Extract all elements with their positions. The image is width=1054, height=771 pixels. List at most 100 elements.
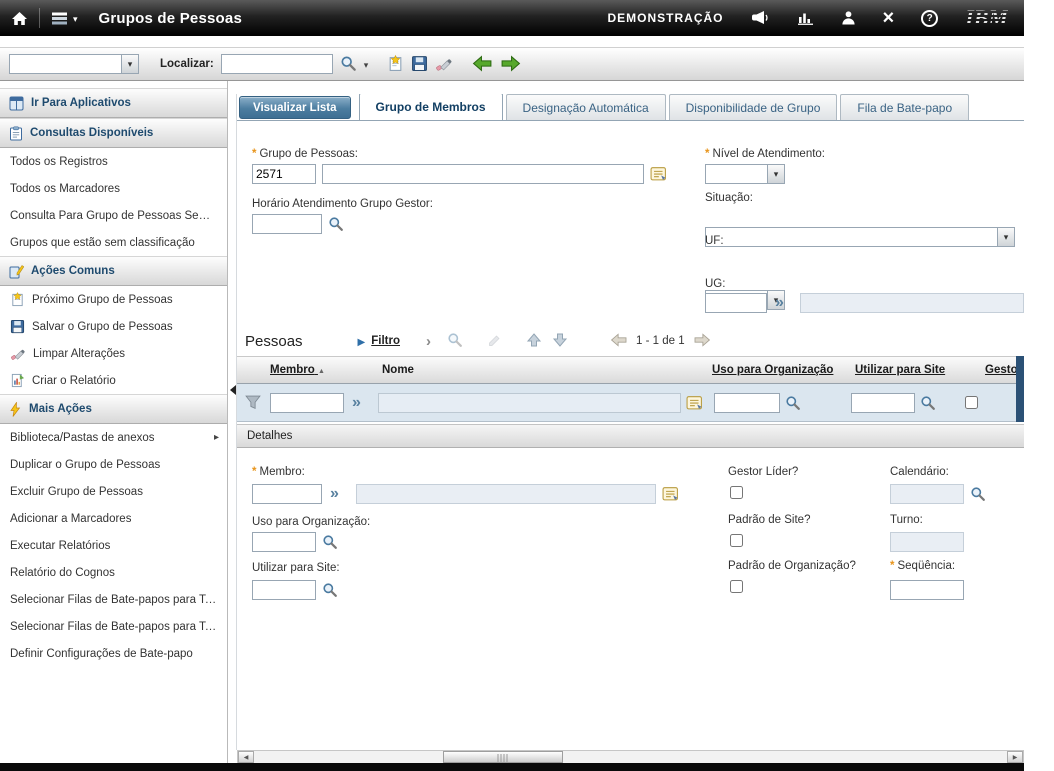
ug-input[interactable] [705, 293, 767, 313]
edit-mode-button[interactable] [487, 333, 502, 350]
move-up-button[interactable] [526, 332, 542, 350]
column-header-membro[interactable]: Membro [270, 364, 325, 377]
sidebar-item-action-report[interactable]: Criar o Relatório [0, 367, 227, 394]
chevron-down-icon [73, 12, 78, 24]
tab-designacao-automatica[interactable]: Designação Automática [506, 94, 666, 120]
sidebar-item-more-action[interactable]: Executar Relatórios [0, 532, 227, 559]
move-down-button[interactable] [552, 332, 568, 350]
quick-insert-combobox[interactable] [9, 54, 139, 74]
pessoas-toolbar: Pessoas Filtro 1 - 1 de 1 [237, 328, 1024, 354]
sidebar-item-action-clear[interactable]: Limpar Alterações [0, 340, 227, 367]
sidebar-section-queries[interactable]: Consultas Disponíveis [0, 118, 227, 148]
sidebar-item-more-action[interactable]: Selecionar Filas de Bate-papos para Tor.… [0, 613, 227, 640]
sidebar-section-common-actions[interactable]: Ações Comuns [0, 256, 227, 286]
help-button[interactable] [921, 10, 938, 27]
uso-org-select-button[interactable] [322, 534, 338, 552]
sidebar-item-query[interactable]: Consulta Para Grupo de Pessoas Sem ... [0, 202, 227, 229]
scroll-right-button[interactable] [1007, 751, 1023, 763]
sidebar-item-more-action[interactable]: Adicionar a Marcadores [0, 505, 227, 532]
row-uso-org-input[interactable] [714, 393, 780, 413]
scroll-left-button[interactable] [238, 751, 254, 763]
save-button[interactable] [411, 55, 428, 74]
view-list-button[interactable]: Visualizar Lista [239, 96, 351, 119]
row-membro-input[interactable] [270, 393, 344, 413]
membro-goto-icon[interactable] [330, 484, 339, 504]
padrao-org-checkbox[interactable] [730, 580, 743, 593]
new-record-button[interactable] [387, 55, 404, 74]
sidebar-item-more-action[interactable]: Duplicar o Grupo de Pessoas [0, 451, 227, 478]
pessoas-table-row[interactable] [237, 384, 1024, 422]
horizontal-scrollbar[interactable] [237, 750, 1024, 764]
membro-input[interactable] [252, 484, 322, 504]
tab-fila-de-bate-papo[interactable]: Fila de Bate-papo [840, 94, 969, 120]
next-page-button[interactable] [693, 333, 711, 349]
row-detail-menu-button[interactable] [686, 394, 703, 413]
previous-page-button[interactable] [610, 333, 628, 349]
calendario-select-button[interactable] [970, 486, 986, 504]
column-header-nome[interactable]: Nome [382, 364, 414, 376]
row-site-select-button[interactable] [920, 395, 936, 413]
sidebar-item-query[interactable]: Grupos que estão sem classificação [0, 229, 227, 256]
row-gestor-lider-checkbox[interactable] [965, 396, 978, 409]
next-record-button[interactable] [500, 55, 521, 74]
row-uso-org-select-button[interactable] [785, 395, 801, 413]
pagination-label: 1 - 1 de 1 [636, 335, 685, 347]
sidebar-item-query[interactable]: Todos os Marcadores [0, 175, 227, 202]
chevron-down-icon[interactable] [767, 165, 784, 183]
filter-link[interactable]: Filtro [371, 335, 400, 347]
go-to-menu-button[interactable] [40, 0, 89, 36]
site-select-button[interactable] [322, 582, 338, 600]
nivel-select[interactable] [705, 164, 785, 184]
grupo-de-pessoas-input[interactable] [252, 164, 316, 184]
reports-button[interactable] [797, 10, 814, 27]
tab-disponibilidade-de-grupo[interactable]: Disponibilidade de Grupo [669, 94, 838, 120]
localizar-input[interactable] [221, 54, 333, 74]
home-button[interactable] [0, 0, 39, 36]
sidebar-collapse-handle[interactable] [230, 385, 236, 395]
sidebar-item-action-new[interactable]: Próximo Grupo de Pessoas [0, 286, 227, 313]
chevron-down-icon[interactable] [121, 55, 138, 73]
ug-goto-icon[interactable] [775, 293, 784, 313]
sidebar-item-more-action[interactable]: Relatório do Cognos [0, 559, 227, 586]
next-page-icon [693, 333, 711, 347]
row-site-input[interactable] [851, 393, 915, 413]
filter-collapse-icon[interactable] [426, 334, 431, 349]
membro-detail-menu-button[interactable] [662, 485, 679, 504]
scrollbar-thumb[interactable] [443, 751, 563, 763]
sidebar-item-more-action[interactable]: Selecionar Filas de Bate-papos para Tor.… [0, 586, 227, 613]
uso-org-input[interactable] [252, 532, 316, 552]
sign-out-button[interactable] [883, 8, 895, 28]
horario-input[interactable] [252, 214, 322, 234]
sidebar-item-more-action[interactable]: Excluir Grupo de Pessoas [0, 478, 227, 505]
padrao-site-checkbox[interactable] [730, 534, 743, 547]
previous-record-button[interactable] [472, 55, 493, 74]
table-vertical-scrollbar[interactable] [1016, 356, 1024, 422]
column-header-utilizar-para-site[interactable]: Utilizar para Site [855, 364, 945, 376]
sidebar-item-go-to-applications[interactable]: Ir Para Aplicativos [0, 88, 227, 118]
table-search-button[interactable] [447, 332, 463, 350]
search-options-caret[interactable] [364, 58, 369, 70]
sidebar-section-more-actions[interactable]: Mais Ações [0, 394, 227, 424]
situacao-select[interactable] [705, 227, 1015, 247]
sidebar-item-query[interactable]: Todos os Registros [0, 148, 227, 175]
chevron-down-icon[interactable] [997, 228, 1014, 246]
horario-select-value-button[interactable] [328, 216, 344, 234]
row-membro-goto-icon[interactable] [352, 393, 361, 413]
profile-button[interactable] [841, 10, 856, 27]
search-button[interactable] [340, 55, 357, 74]
sidebar-item-more-action[interactable]: Biblioteca/Pastas de anexos [0, 424, 227, 451]
tab-grupo-de-membros[interactable]: Grupo de Membros [359, 94, 503, 120]
grupo-detail-menu-button[interactable] [650, 165, 667, 184]
sidebar-item-action-save[interactable]: Salvar o Grupo de Pessoas [0, 313, 227, 340]
column-header-uso-para-organizacao[interactable]: Uso para Organização [712, 364, 833, 376]
bulletins-button[interactable] [751, 10, 770, 27]
sequencia-input[interactable] [890, 580, 964, 600]
clear-changes-button[interactable] [435, 55, 453, 74]
grupo-de-pessoas-description-input[interactable] [322, 164, 644, 184]
site-input[interactable] [252, 580, 316, 600]
sidebar-item-more-action[interactable]: Definir Configurações de Bate-papo [0, 640, 227, 667]
row-filter-icon[interactable] [245, 395, 261, 412]
filter-run-icon[interactable] [358, 335, 366, 348]
gestor-lider-checkbox[interactable] [730, 486, 743, 499]
ug-label: UG: [705, 278, 725, 290]
